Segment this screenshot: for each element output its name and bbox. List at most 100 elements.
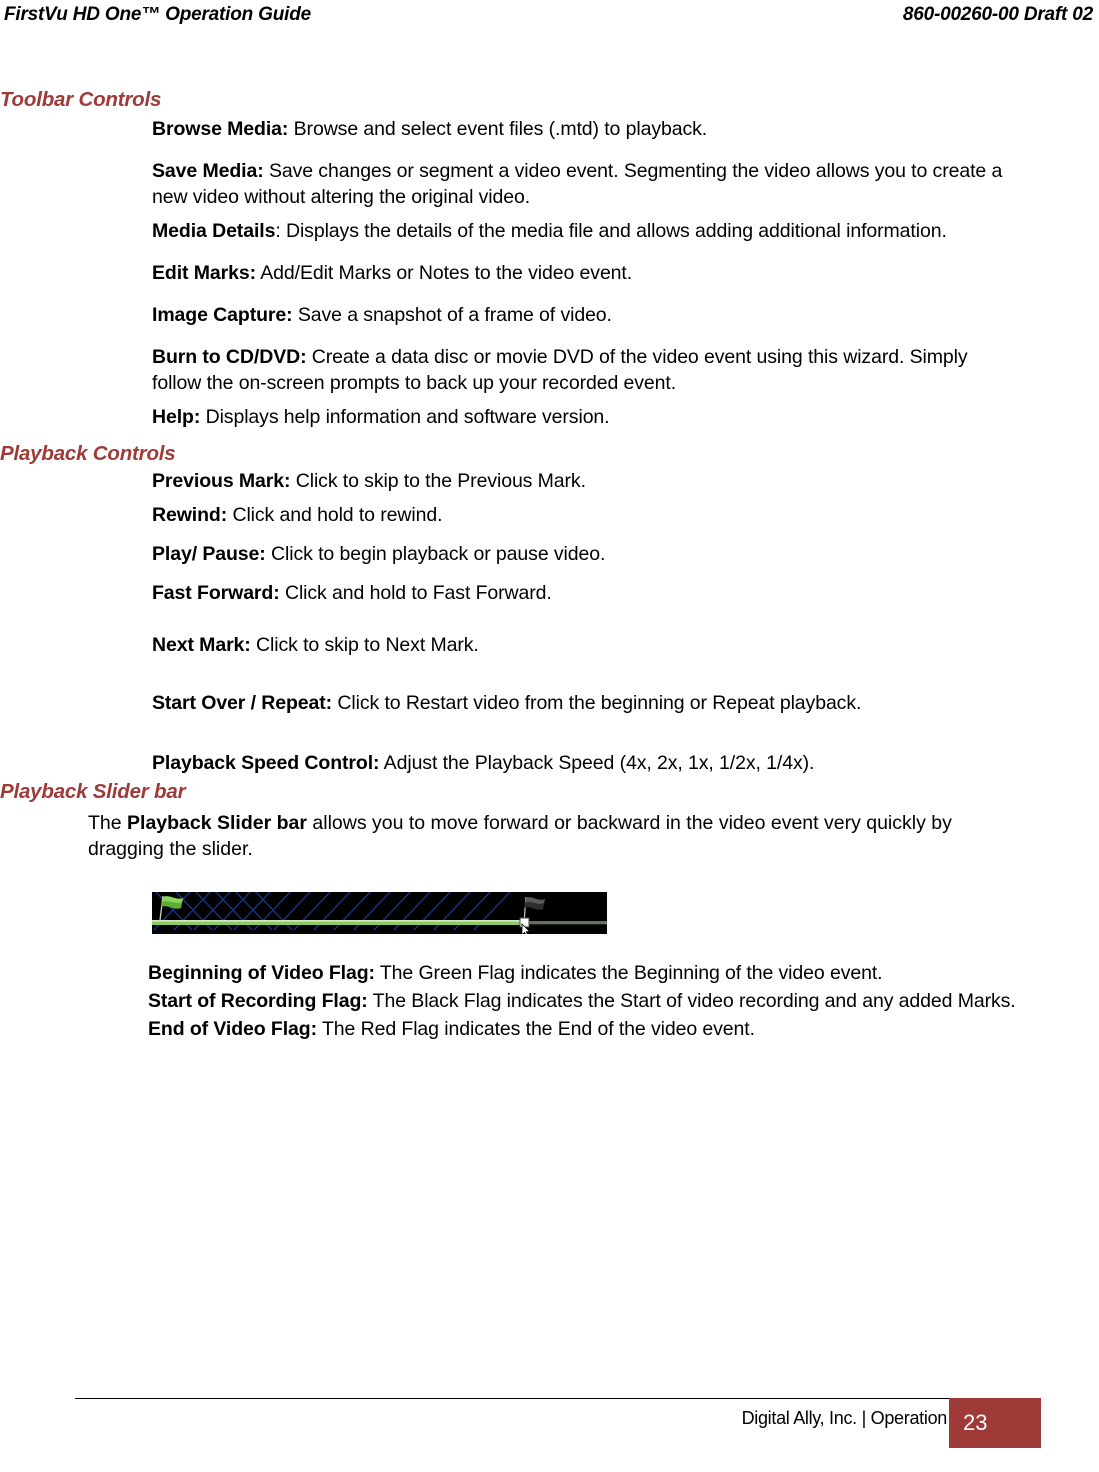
item-description: Displays help information and software v…: [200, 406, 610, 428]
icon-cell: [0, 686, 152, 720]
list-item-text: Help: Displays help information and soft…: [152, 400, 1012, 430]
list-item-text: Rewind: Click and hold to rewind.: [152, 500, 1022, 528]
toolbar-controls-list: Browse Media: Browse and select event fi…: [0, 112, 1079, 438]
item-description: Click to Restart video from the beginnin…: [332, 692, 862, 714]
icon-cell: [0, 154, 152, 192]
item-label: Edit Marks:: [152, 262, 257, 284]
slider-handle: [519, 917, 530, 928]
item-label: Fast Forward:: [152, 582, 280, 604]
list-item: Edit Marks: Add/Edit Marks or Notes to t…: [0, 256, 1079, 294]
playback-controls-list: Previous Mark: Click to skip to the Prev…: [0, 466, 1079, 780]
list-item-text: Burn to CD/DVD: Create a data disc or mo…: [152, 340, 1012, 396]
item-label: Help:: [152, 406, 201, 428]
item-description: Add/Edit Marks or Notes to the video eve…: [256, 262, 633, 284]
footer-text: Digital Ally, Inc. | Operation: [741, 1408, 948, 1428]
icon-cell: [0, 630, 152, 660]
list-item: Next Mark: Click to skip to Next Mark.: [0, 630, 1079, 660]
icon-cell: ?: [0, 400, 152, 438]
item-label: Browse Media:: [152, 118, 289, 140]
playback-controls-heading: Playback Controls: [0, 442, 176, 465]
icon-cell: [0, 1016, 148, 1042]
icon-cell: [0, 988, 148, 1014]
item-label: Previous Mark:: [152, 470, 291, 492]
item-label: Start of Recording Flag:: [148, 990, 368, 1012]
item-label: Media Details: [152, 220, 276, 242]
item-label: Rewind:: [152, 504, 228, 526]
list-item: Previous Mark: Click to skip to the Prev…: [0, 466, 1079, 496]
item-label: Beginning of Video Flag:: [148, 962, 375, 984]
list-item: Save Media: Save changes or segment a vi…: [0, 154, 1079, 210]
header-title: FirstVu HD One™ Operation Guide: [4, 4, 311, 25]
icon-cell: [0, 960, 148, 986]
paragraph-pre: The: [88, 812, 128, 834]
item-description: Click and hold to rewind.: [227, 504, 443, 526]
list-item: Image Capture: Save a snapshot of a fram…: [0, 298, 1079, 336]
list-item: ? Help: Displays help information and so…: [0, 400, 1079, 438]
list-item-text: Next Mark: Click to skip to Next Mark.: [152, 630, 1022, 658]
list-item-text: Playback Speed Control: Adjust the Playb…: [152, 746, 1022, 776]
list-item: Fast Forward: Click and hold to Fast For…: [0, 578, 1079, 608]
item-label: Image Capture:: [152, 304, 293, 326]
page-footer: Digital Ally, Inc. | Operation 23: [0, 1398, 1099, 1450]
list-item-text: Save Media: Save changes or segment a vi…: [152, 154, 1012, 210]
list-item-text: Image Capture: Save a snapshot of a fram…: [152, 298, 1012, 328]
toolbar-controls-heading: Toolbar Controls: [0, 88, 162, 111]
icon-cell: [0, 534, 152, 574]
item-label: Start Over / Repeat:: [152, 692, 333, 714]
playback-slider-bar-heading: Playback Slider bar: [0, 780, 186, 803]
slider-graphic: [152, 892, 607, 934]
item-label: Save Media:: [152, 160, 264, 182]
item-description: The Green Flag indicates the Beginning o…: [374, 962, 883, 984]
page-number-badge: 23: [949, 1398, 1041, 1448]
playback-slider-bar-paragraph: The Playback Slider bar allows you to mo…: [88, 810, 1018, 862]
list-item-text: Edit Marks: Add/Edit Marks or Notes to t…: [152, 256, 1012, 286]
item-description: Save a snapshot of a frame of video.: [292, 304, 612, 326]
icon-cell: [0, 298, 152, 336]
list-item: Start of Recording Flag: The Black Flag …: [0, 988, 1079, 1014]
item-description: Adjust the Playback Speed (4x, 2x, 1x, 1…: [379, 752, 815, 774]
item-description: Save changes or segment a video event. S…: [152, 160, 1003, 208]
list-item-text: Play/ Pause: Click to begin playback or …: [152, 534, 1022, 567]
flag-legend-list: Beginning of Video Flag: The Green Flag …: [0, 960, 1079, 1042]
list-item: Rewind: Click and hold to rewind.: [0, 500, 1079, 530]
icon-cell: [0, 578, 152, 608]
item-label: Playback Speed Control:: [152, 752, 380, 774]
list-item-text: Beginning of Video Flag: The Green Flag …: [148, 960, 1048, 986]
paragraph-bold: Playback Slider bar: [127, 812, 307, 834]
list-item-text: Start of Recording Flag: The Black Flag …: [148, 988, 1048, 1014]
header-document-number: 860-00260-00 Draft 02: [902, 4, 1093, 25]
list-item: Beginning of Video Flag: The Green Flag …: [0, 960, 1079, 986]
playback-slider-bar-figure[interactable]: [152, 892, 607, 934]
item-label: End of Video Flag:: [148, 1018, 318, 1040]
icon-cell: [0, 214, 152, 252]
page-header: FirstVu HD One™ Operation Guide 860-0026…: [0, 4, 1099, 34]
list-item-text: Start Over / Repeat: Click to Restart vi…: [152, 686, 1022, 716]
item-description: The Red Flag indicates the End of the vi…: [317, 1018, 755, 1040]
item-label: Burn to CD/DVD:: [152, 346, 307, 368]
icon-cell: [0, 256, 152, 294]
icon-cell: [0, 112, 152, 150]
list-item-text: Previous Mark: Click to skip to the Prev…: [152, 466, 1022, 494]
list-item-text: Browse Media: Browse and select event fi…: [152, 112, 1012, 142]
list-item: Media Details: Displays the details of t…: [0, 214, 1079, 252]
list-item: Start Over / Repeat: Click to Restart vi…: [0, 686, 1079, 720]
item-description: Browse and select event files (.mtd) to …: [288, 118, 708, 140]
slider-remaining-track: [524, 921, 607, 924]
list-item: 1x Playback Speed Control: Adjust the Pl…: [0, 746, 1079, 780]
icon-cell: [0, 340, 152, 378]
item-description: Click to skip to the Previous Mark.: [290, 470, 586, 492]
footer-divider: [75, 1398, 951, 1399]
page-content: Toolbar Controls Browse Media: Browse an…: [0, 88, 1099, 1044]
list-item: Browse Media: Browse and select event fi…: [0, 112, 1079, 150]
list-item: Play/ Pause: Click to begin playback or …: [0, 534, 1079, 574]
icon-cell: [0, 466, 152, 496]
item-description: Click to skip to Next Mark.: [250, 634, 479, 656]
list-item-text: End of Video Flag: The Red Flag indicate…: [148, 1016, 1048, 1042]
item-label: Play/ Pause:: [152, 543, 266, 565]
item-description: Click to begin playback or pause video.: [265, 543, 606, 565]
icon-cell: [0, 500, 152, 530]
list-item: Burn to CD/DVD: Create a data disc or mo…: [0, 340, 1079, 396]
icon-cell: 1x: [0, 746, 152, 780]
item-label: Next Mark:: [152, 634, 251, 656]
list-item-text: Fast Forward: Click and hold to Fast For…: [152, 578, 1022, 606]
